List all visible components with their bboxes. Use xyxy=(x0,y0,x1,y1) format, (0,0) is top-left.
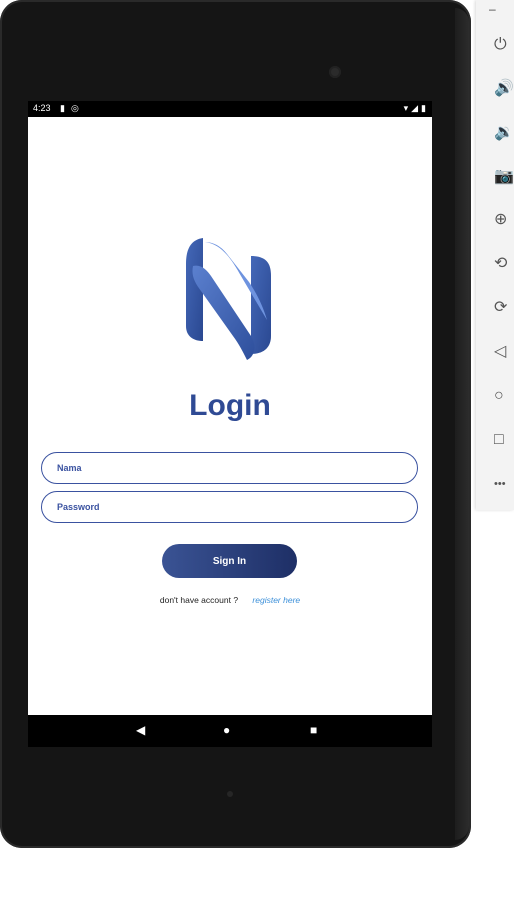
emulator-toolbar: – ⏻ 🔊 🔉 📷 ⊕ ⟲ ⟳ ◁ ○ □ ••• xyxy=(476,0,514,510)
page-title: Login xyxy=(189,389,271,422)
volume-down-icon[interactable]: 🔉 xyxy=(494,123,514,143)
sign-in-button[interactable]: Sign In xyxy=(162,544,297,578)
password-field[interactable] xyxy=(41,491,418,523)
device-screen: 4:23 ▮ ◎ ▾ ◢ ▮ Login Nama Sign In don't … xyxy=(28,101,432,747)
more-icon[interactable]: ••• xyxy=(494,474,514,494)
front-camera xyxy=(329,66,341,78)
nav-home-icon[interactable]: ● xyxy=(223,723,230,737)
sd-card-icon: ▮ xyxy=(60,103,65,113)
minimize-button[interactable]: – xyxy=(489,2,496,16)
signal-icon: ◢ xyxy=(411,103,419,113)
register-link[interactable]: register here xyxy=(252,595,300,605)
power-icon[interactable]: ⏻ xyxy=(494,35,514,55)
nav-recent-icon[interactable]: ■ xyxy=(310,723,317,737)
tablet-edge xyxy=(455,8,469,840)
tablet-frame: 4:23 ▮ ◎ ▾ ◢ ▮ Login Nama Sign In don't … xyxy=(0,0,471,848)
app-logo xyxy=(186,238,271,360)
password-input[interactable] xyxy=(55,492,389,522)
name-input[interactable] xyxy=(55,453,389,483)
sync-icon: ◎ xyxy=(70,103,79,113)
device-sensor xyxy=(227,791,233,797)
rotate-right-icon[interactable]: ⟳ xyxy=(494,298,514,318)
login-screen: Login Sign In don't have account ? regis… xyxy=(28,117,432,715)
navigation-bar: ◀ ● ■ xyxy=(28,715,432,747)
register-row: don't have account ? register here xyxy=(28,595,432,605)
overview-icon[interactable]: □ xyxy=(494,430,514,450)
camera-icon[interactable]: 📷 xyxy=(494,167,514,187)
rotate-left-icon[interactable]: ⟲ xyxy=(494,254,514,274)
zoom-icon[interactable]: ⊕ xyxy=(494,210,514,230)
volume-up-icon[interactable]: 🔊 xyxy=(494,79,514,99)
battery-icon: ▮ xyxy=(421,103,426,113)
back-icon[interactable]: ◁ xyxy=(494,342,514,362)
status-bar: 4:23 ▮ ◎ ▾ ◢ ▮ xyxy=(28,101,432,117)
no-account-text: don't have account ? xyxy=(159,595,239,605)
home-icon[interactable]: ○ xyxy=(494,386,514,406)
name-field[interactable] xyxy=(41,452,418,484)
status-time: 4:23 xyxy=(33,103,51,113)
wifi-icon: ▾ xyxy=(403,103,409,113)
nav-back-icon[interactable]: ◀ xyxy=(136,723,145,737)
